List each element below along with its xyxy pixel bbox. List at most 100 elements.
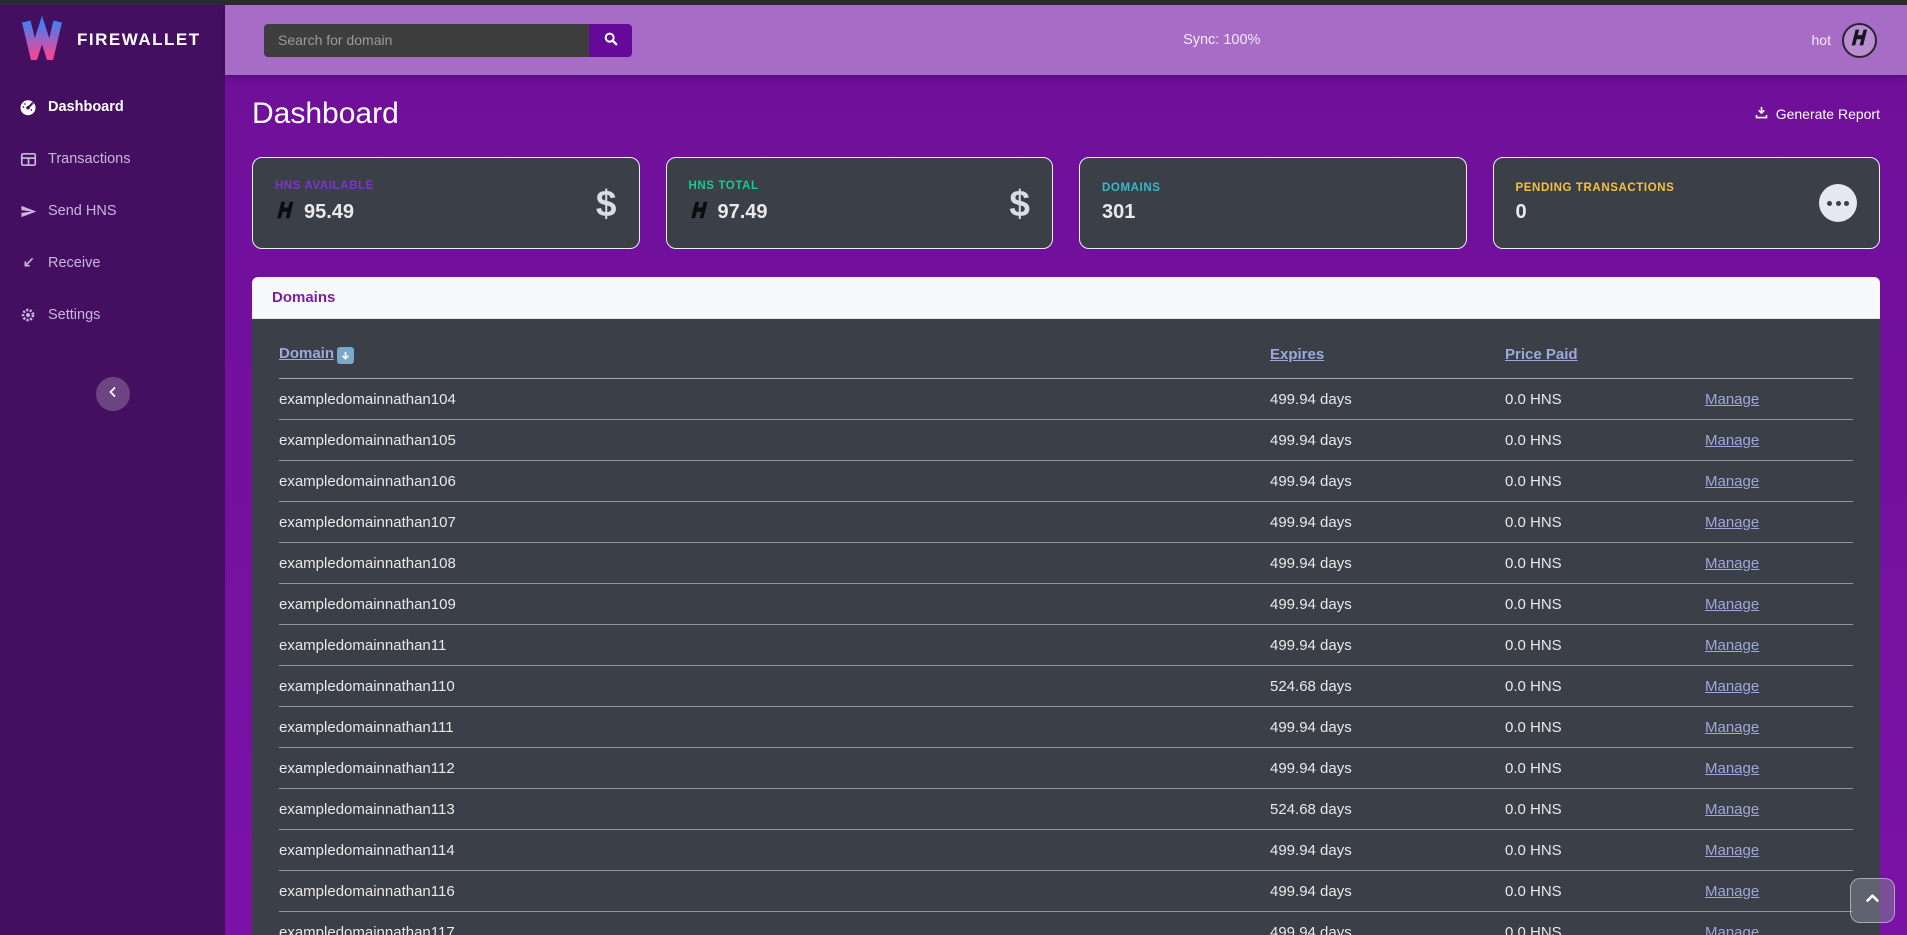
dollar-icon: $: [596, 185, 617, 222]
paper-plane-icon: [19, 202, 37, 220]
sidebar-item-label: Dashboard: [48, 99, 124, 115]
table-row: exampledomainnathan116 499.94 days 0.0 H…: [279, 871, 1853, 912]
scroll-to-top-button[interactable]: [1850, 878, 1895, 923]
domain-expires: 499.94 days: [1270, 473, 1505, 490]
sidebar-item-receive[interactable]: Receive: [0, 237, 225, 289]
hns-logo-icon: [275, 199, 296, 226]
sidebar-collapse-button[interactable]: [96, 377, 130, 411]
domain-expires: 499.94 days: [1270, 924, 1505, 935]
chevron-up-icon: [1864, 890, 1881, 912]
domain-price-paid: 0.0 HNS: [1505, 883, 1705, 900]
card-value: 97.49: [718, 201, 768, 224]
domain-price-paid: 0.0 HNS: [1505, 924, 1705, 935]
manage-link[interactable]: Manage: [1705, 801, 1853, 818]
domain-price-paid: 0.0 HNS: [1505, 555, 1705, 572]
table-row: exampledomainnathan109 499.94 days 0.0 H…: [279, 584, 1853, 625]
sidebar-item-transactions[interactable]: Transactions: [0, 133, 225, 185]
card-label: HNS AVAILABLE: [275, 180, 374, 192]
table-row: exampledomainnathan107 499.94 days 0.0 H…: [279, 502, 1853, 543]
sidebar-item-label: Settings: [48, 307, 100, 323]
domain-price-paid: 0.0 HNS: [1505, 514, 1705, 531]
card-domains: DOMAINS 301: [1079, 157, 1467, 249]
sidebar-nav: Dashboard Transactions S: [0, 81, 225, 341]
domain-search-form: [264, 24, 632, 57]
domain-expires: 499.94 days: [1270, 842, 1505, 859]
domains-table-header: Domain Expires Price Paid: [279, 345, 1853, 379]
domain-name: exampledomainnathan106: [279, 473, 1270, 490]
domains-panel: Domains Domain Expires Price Paid exampl…: [252, 277, 1880, 935]
ellipsis-icon[interactable]: [1819, 184, 1857, 222]
manage-link[interactable]: Manage: [1705, 719, 1853, 736]
domain-price-paid: 0.0 HNS: [1505, 596, 1705, 613]
wallet-avatar[interactable]: [1842, 23, 1877, 58]
domains-table-body: exampledomainnathan104 499.94 days 0.0 H…: [279, 379, 1853, 935]
manage-link[interactable]: Manage: [1705, 760, 1853, 777]
domain-expires: 499.94 days: [1270, 883, 1505, 900]
handshake-logo-icon: [1849, 27, 1870, 53]
table-row: exampledomainnathan104 499.94 days 0.0 H…: [279, 379, 1853, 420]
manage-link[interactable]: Manage: [1705, 473, 1853, 490]
domain-name: exampledomainnathan104: [279, 391, 1270, 408]
column-header-domain[interactable]: Domain: [279, 345, 334, 362]
domain-name: exampledomainnathan117: [279, 924, 1270, 935]
brand[interactable]: FIREWALLET: [0, 5, 225, 75]
domain-expires: 499.94 days: [1270, 514, 1505, 531]
search-button[interactable]: [589, 24, 632, 57]
domain-expires: 524.68 days: [1270, 801, 1505, 818]
manage-link[interactable]: Manage: [1705, 637, 1853, 654]
manage-link[interactable]: Manage: [1705, 842, 1853, 859]
generate-report-button[interactable]: Generate Report: [1754, 105, 1880, 123]
hns-logo-icon: [689, 199, 710, 226]
domain-name: exampledomainnathan111: [279, 719, 1270, 736]
domain-name: exampledomainnathan110: [279, 678, 1270, 695]
domain-name: exampledomainnathan108: [279, 555, 1270, 572]
card-value: 95.49: [304, 201, 354, 224]
table-row: exampledomainnathan112 499.94 days 0.0 H…: [279, 748, 1853, 789]
manage-link[interactable]: Manage: [1705, 391, 1853, 408]
manage-link[interactable]: Manage: [1705, 924, 1853, 935]
sidebar-item-label: Receive: [48, 255, 100, 271]
manage-link[interactable]: Manage: [1705, 596, 1853, 613]
chevron-left-icon: [107, 385, 119, 403]
table-row: exampledomainnathan111 499.94 days 0.0 H…: [279, 707, 1853, 748]
manage-link[interactable]: Manage: [1705, 432, 1853, 449]
card-hns-total: HNS TOTAL 97.49 $: [666, 157, 1054, 249]
search-icon: [603, 31, 619, 50]
column-header-price-paid[interactable]: Price Paid: [1505, 346, 1705, 363]
domain-expires: 499.94 days: [1270, 391, 1505, 408]
dollar-icon: $: [1009, 185, 1030, 222]
domain-expires: 499.94 days: [1270, 760, 1505, 777]
search-input[interactable]: [264, 24, 589, 57]
sidebar-item-send-hns[interactable]: Send HNS: [0, 185, 225, 237]
domain-expires: 499.94 days: [1270, 596, 1505, 613]
manage-link[interactable]: Manage: [1705, 555, 1853, 572]
manage-link[interactable]: Manage: [1705, 514, 1853, 531]
sidebar-item-settings[interactable]: Settings: [0, 289, 225, 341]
manage-link[interactable]: Manage: [1705, 678, 1853, 695]
table-row: exampledomainnathan110 524.68 days 0.0 H…: [279, 666, 1853, 707]
domain-price-paid: 0.0 HNS: [1505, 842, 1705, 859]
domain-price-paid: 0.0 HNS: [1505, 391, 1705, 408]
sync-status: Sync: 100%: [1183, 32, 1260, 48]
domain-name: exampledomainnathan105: [279, 432, 1270, 449]
domain-name: exampledomainnathan11: [279, 637, 1270, 654]
table-row: exampledomainnathan114 499.94 days 0.0 H…: [279, 830, 1853, 871]
manage-link[interactable]: Manage: [1705, 883, 1853, 900]
card-label: HNS TOTAL: [689, 180, 768, 192]
domain-price-paid: 0.0 HNS: [1505, 760, 1705, 777]
card-label: DOMAINS: [1102, 182, 1161, 194]
domain-name: exampledomainnathan107: [279, 514, 1270, 531]
card-hns-available: HNS AVAILABLE 95.49 $: [252, 157, 640, 249]
column-header-expires[interactable]: Expires: [1270, 346, 1505, 363]
sidebar-item-dashboard[interactable]: Dashboard: [0, 81, 225, 133]
gear-icon: [19, 306, 37, 324]
table-row: exampledomainnathan106 499.94 days 0.0 H…: [279, 461, 1853, 502]
domain-expires: 499.94 days: [1270, 555, 1505, 572]
domain-expires: 499.94 days: [1270, 637, 1505, 654]
card-value: 0: [1516, 201, 1527, 224]
table-icon: [19, 150, 37, 168]
download-icon: [1754, 105, 1769, 123]
card-label: PENDING TRANSACTIONS: [1516, 182, 1675, 194]
domain-expires: 524.68 days: [1270, 678, 1505, 695]
topbar: Sync: 100% hot: [225, 5, 1907, 75]
